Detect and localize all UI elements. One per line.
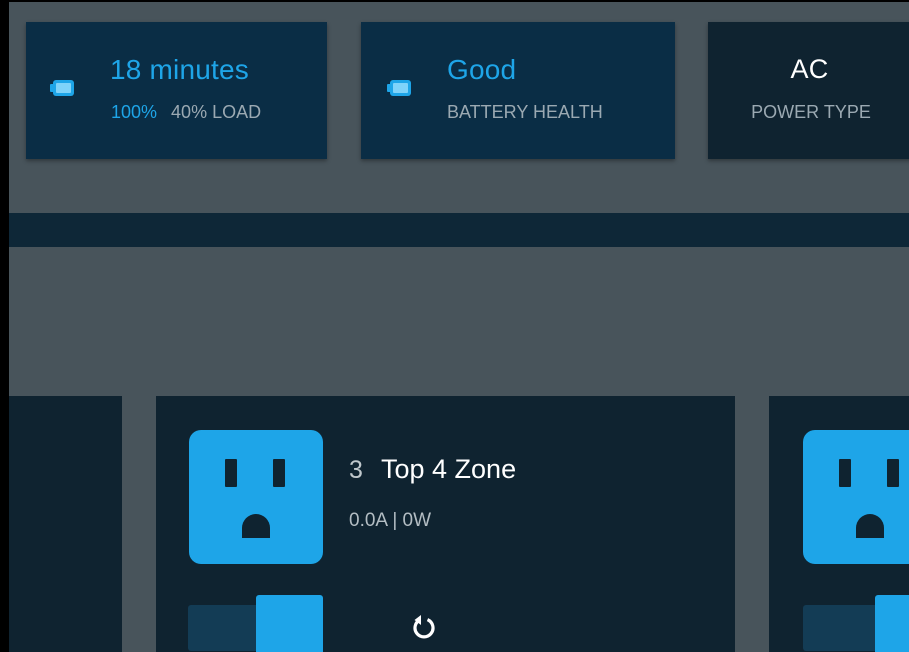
battery-health-label: BATTERY HEALTH — [447, 102, 603, 122]
battery-health-card: Good BATTERY HEALTH — [361, 22, 675, 159]
outlet-name: Top 4 Zone — [381, 454, 517, 484]
battery-charge: 100% — [111, 102, 158, 122]
runtime-details: 100% 40% LOAD — [111, 102, 261, 123]
outlet-icon — [803, 430, 909, 564]
outlet-card: 3 Top 4 Zone 0.0A | 0W — [156, 396, 735, 652]
outlet-card-previous — [9, 396, 122, 652]
outlet-power-toggle[interactable] — [188, 595, 323, 652]
load-percent: 40% LOAD — [171, 102, 262, 122]
reboot-icon[interactable] — [410, 614, 438, 642]
ups-dashboard: 18 minutes 100% 40% LOAD Good BATTERY HEA… — [0, 0, 909, 652]
outlet-card-next — [769, 396, 909, 652]
outlet-power-toggle[interactable] — [803, 595, 909, 652]
power-type-label: POWER TYPE — [751, 102, 871, 122]
battery-icon — [50, 80, 74, 96]
outlet-icon — [189, 430, 323, 564]
section-divider-band — [9, 213, 909, 247]
outlet-reading: 0.0A | 0W — [349, 510, 432, 531]
outlet-number: 3 — [349, 456, 363, 484]
runtime-card: 18 minutes 100% 40% LOAD — [26, 22, 327, 159]
runtime-value: 18 minutes — [110, 54, 249, 85]
battery-icon — [387, 80, 411, 96]
battery-health-value: Good — [447, 54, 517, 85]
power-type-card: AC POWER TYPE — [708, 22, 909, 159]
power-type-value: AC — [790, 54, 829, 84]
